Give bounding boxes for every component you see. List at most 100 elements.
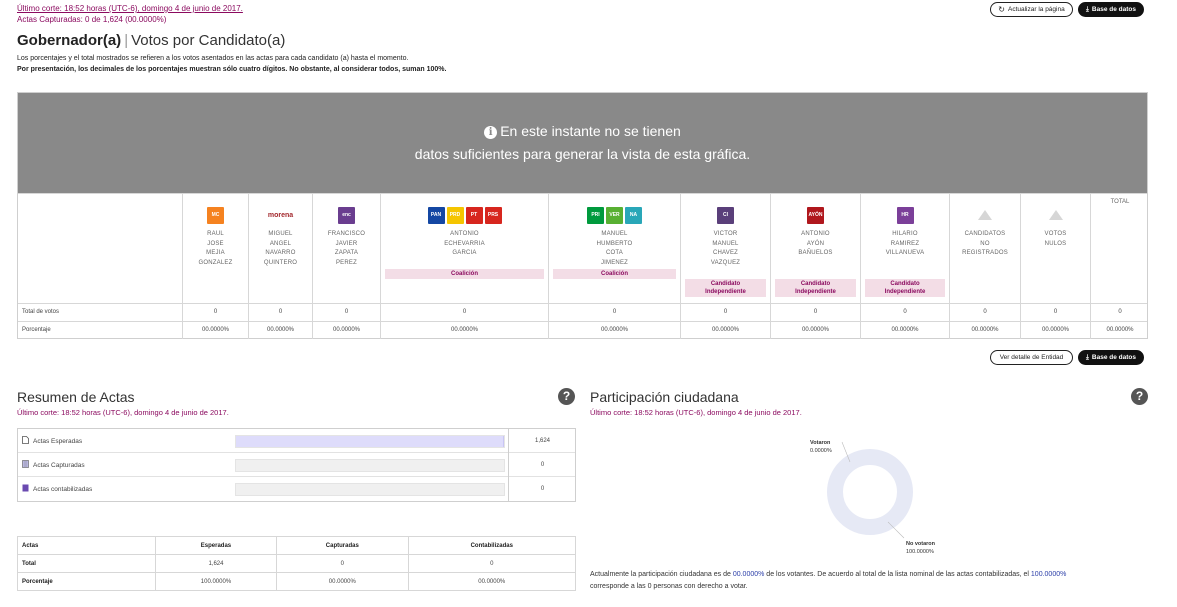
candidate-column: AYÓN ANTONIO AYÓN BAÑUELOS Candidato Indep… bbox=[770, 194, 860, 339]
percentage-cell: 00.0000% bbox=[332, 327, 361, 333]
party-logo-icon bbox=[1047, 207, 1064, 224]
database-button-mid[interactable]: ⤓ Base de datos bbox=[1078, 350, 1144, 365]
candidate-name: MIGUEL ANGEL NAVARRO QUINTERO bbox=[263, 231, 298, 266]
party-logo-icon: HR bbox=[896, 206, 914, 224]
percentage-cell: 00.0000% bbox=[801, 327, 830, 333]
candidate-column: morena MIGUEL ANGEL NAVARRO QUINTERO 0 00.0… bbox=[248, 194, 312, 339]
title-separator: | bbox=[124, 32, 129, 49]
donut-ring bbox=[827, 449, 913, 535]
description-line-1: Los porcentajes y el total mostrados se … bbox=[17, 55, 409, 62]
document-icon bbox=[22, 436, 29, 446]
bar-label: Actas Capturadas bbox=[22, 460, 85, 470]
bar-label-text: Actas contabilizadas bbox=[33, 485, 93, 493]
bar-value: 1,624 bbox=[508, 429, 576, 453]
bar-fill bbox=[236, 436, 504, 447]
last-cut-link[interactable]: Último corte: 18:52 horas (UTC-6), domin… bbox=[17, 4, 243, 13]
table-row: Total 1,624 0 0 bbox=[17, 554, 577, 573]
candidate-name: VOTOS NULOS bbox=[1044, 231, 1067, 247]
download-icon: ⤓ bbox=[1086, 353, 1089, 361]
votes-cell: 0 bbox=[1053, 309, 1058, 315]
actas-bar-row: Actas Esperadas 1,624 bbox=[18, 429, 575, 453]
percentage-cell: 00.0000% bbox=[266, 327, 295, 333]
bar-track bbox=[235, 483, 505, 496]
row-label-pct: Porcentaje bbox=[22, 327, 51, 333]
votes-cell: 0 bbox=[903, 309, 907, 315]
candidate-column: MC RAUL JOSE MEJIA GONZALEZ 0 00.0000% bbox=[182, 194, 248, 339]
candidate-name: CANDIDATOS NO REGISTRADOS bbox=[962, 231, 1008, 256]
votes-cell: 0 bbox=[723, 309, 728, 315]
candidate-column: HR HILARIO RAMIREZ VILLANUEVA Candidato In… bbox=[860, 194, 949, 339]
part-text-b: de los votantes. De acuerdo al total de … bbox=[764, 571, 1031, 578]
party-logo-icon: morena bbox=[267, 211, 294, 219]
party-logo-icon bbox=[977, 207, 994, 224]
entity-detail-button[interactable]: Ver detalle de Entidad bbox=[990, 350, 1073, 365]
candidate-type-badge: Candidato Independiente bbox=[775, 279, 856, 297]
candidate-name: ANTONIO ECHEVARRIA GARCIA bbox=[444, 231, 485, 256]
no-data-banner: i En este instante no se tienen datos suf… bbox=[18, 93, 1147, 193]
party-logo-icon: PRS bbox=[484, 206, 502, 224]
participation-text: Actualmente la participación ciudadana e… bbox=[590, 569, 1150, 593]
captured-count: Actas Capturadas: 0 de 1,624 (00.0000%) bbox=[17, 15, 167, 24]
party-logo-icon: MC bbox=[207, 206, 224, 224]
votaron-value: 0.0000% bbox=[810, 448, 832, 454]
votaron-label: Votaron bbox=[810, 440, 831, 446]
title-main: Gobernador(a) bbox=[17, 32, 122, 49]
bar-label: Actas contabilizadas bbox=[22, 484, 92, 494]
row-label-votes: Total de votos bbox=[22, 309, 60, 315]
party-logo-icon: PT bbox=[465, 206, 483, 224]
votes-cell: 0 bbox=[213, 309, 218, 315]
percentage-cell: 00.0000% bbox=[1041, 327, 1070, 333]
percentage-cell: 00.0000% bbox=[600, 327, 629, 333]
table-cell: 0 bbox=[407, 554, 577, 573]
candidate-name: MANUEL HUMBERTO COTA JIMENEZ bbox=[596, 231, 633, 266]
actas-summary-table: Actas Esperadas Capturadas Contabilizadas T… bbox=[17, 536, 577, 591]
banner-line-1: En este instante no se tienen bbox=[500, 123, 681, 139]
info-icon: i bbox=[484, 126, 498, 139]
candidate-column: PAN PRD PT PRS ANTONIO ECHEVARRIA GARCIA Coal… bbox=[380, 194, 548, 339]
party-logo-icon: VER bbox=[606, 206, 623, 224]
percentage-cell: 00.0000% bbox=[711, 327, 740, 333]
table-header: Contabilizadas bbox=[407, 536, 577, 555]
bar-label: Actas Esperadas bbox=[22, 436, 82, 446]
percentage-cell: 00.0000% bbox=[971, 327, 999, 333]
candidates-table: i En este instante no se tienen datos suf… bbox=[17, 92, 1148, 339]
database-label: Base de datos bbox=[1091, 6, 1136, 13]
table-header: Capturadas bbox=[276, 536, 409, 555]
candidate-column: CI VICTOR MANUEL CHAVEZ VAZQUEZ Candidato … bbox=[680, 194, 770, 339]
title-sub: Votos por Candidato(a) bbox=[131, 32, 286, 49]
candidate-type-badge: Coalición bbox=[553, 269, 676, 279]
help-icon[interactable]: ? bbox=[1131, 388, 1148, 405]
table-header: Esperadas bbox=[154, 536, 278, 555]
candidate-name: RAUL JOSE MEJIA GONZALEZ bbox=[198, 231, 233, 266]
candidate-name: FRANCISCO JAVIER ZAPATA PEREZ bbox=[327, 231, 366, 266]
refresh-icon: ↻ bbox=[998, 5, 1005, 14]
bar-label-text: Actas Esperadas bbox=[33, 437, 83, 445]
percentage-cell: 00.0000% bbox=[891, 327, 919, 333]
table-cell: 00.0000% bbox=[407, 572, 577, 591]
percentage-cell: 00.0000% bbox=[450, 327, 479, 333]
party-logo-icon: AYÓN bbox=[807, 206, 824, 224]
votes-cell: 0 bbox=[983, 309, 987, 315]
bar-value: 0 bbox=[508, 453, 576, 477]
help-icon[interactable]: ? bbox=[558, 388, 575, 405]
candidate-name: VICTOR MANUEL CHAVEZ VAZQUEZ bbox=[710, 231, 741, 266]
table-row: Porcentaje 100.0000% 00.0000% 00.0000% bbox=[17, 572, 577, 591]
refresh-label: Actualizar la página bbox=[1007, 6, 1065, 13]
refresh-page-button[interactable]: ↻ Actualizar la página bbox=[990, 2, 1073, 17]
candidate-name: ANTONIO AYÓN BAÑUELOS bbox=[798, 231, 833, 256]
table-cell: Porcentaje bbox=[17, 572, 156, 591]
part-pct-1: 00.0000% bbox=[732, 571, 765, 578]
party-logo-icon: PRD bbox=[446, 206, 464, 224]
table-cell: 100.0000% bbox=[154, 572, 278, 591]
database-button-top[interactable]: ⤓ Base de datos bbox=[1078, 2, 1144, 17]
participacion-last-cut: Último corte: 18:52 horas (UTC-6), domin… bbox=[590, 408, 802, 417]
bar-label-text: Actas Capturadas bbox=[33, 461, 85, 469]
table-cell: 0 bbox=[276, 554, 409, 573]
party-logo-icon: PRI bbox=[587, 206, 604, 224]
candidate-type-badge: Candidato Independiente bbox=[865, 279, 945, 297]
database-label: Base de datos bbox=[1091, 354, 1136, 361]
party-logo-icon: enc bbox=[338, 206, 355, 224]
votes-cell: 0 bbox=[462, 309, 467, 315]
resumen-title: Resumen de Actas bbox=[17, 389, 135, 405]
party-logo-icon: NA bbox=[625, 206, 642, 224]
